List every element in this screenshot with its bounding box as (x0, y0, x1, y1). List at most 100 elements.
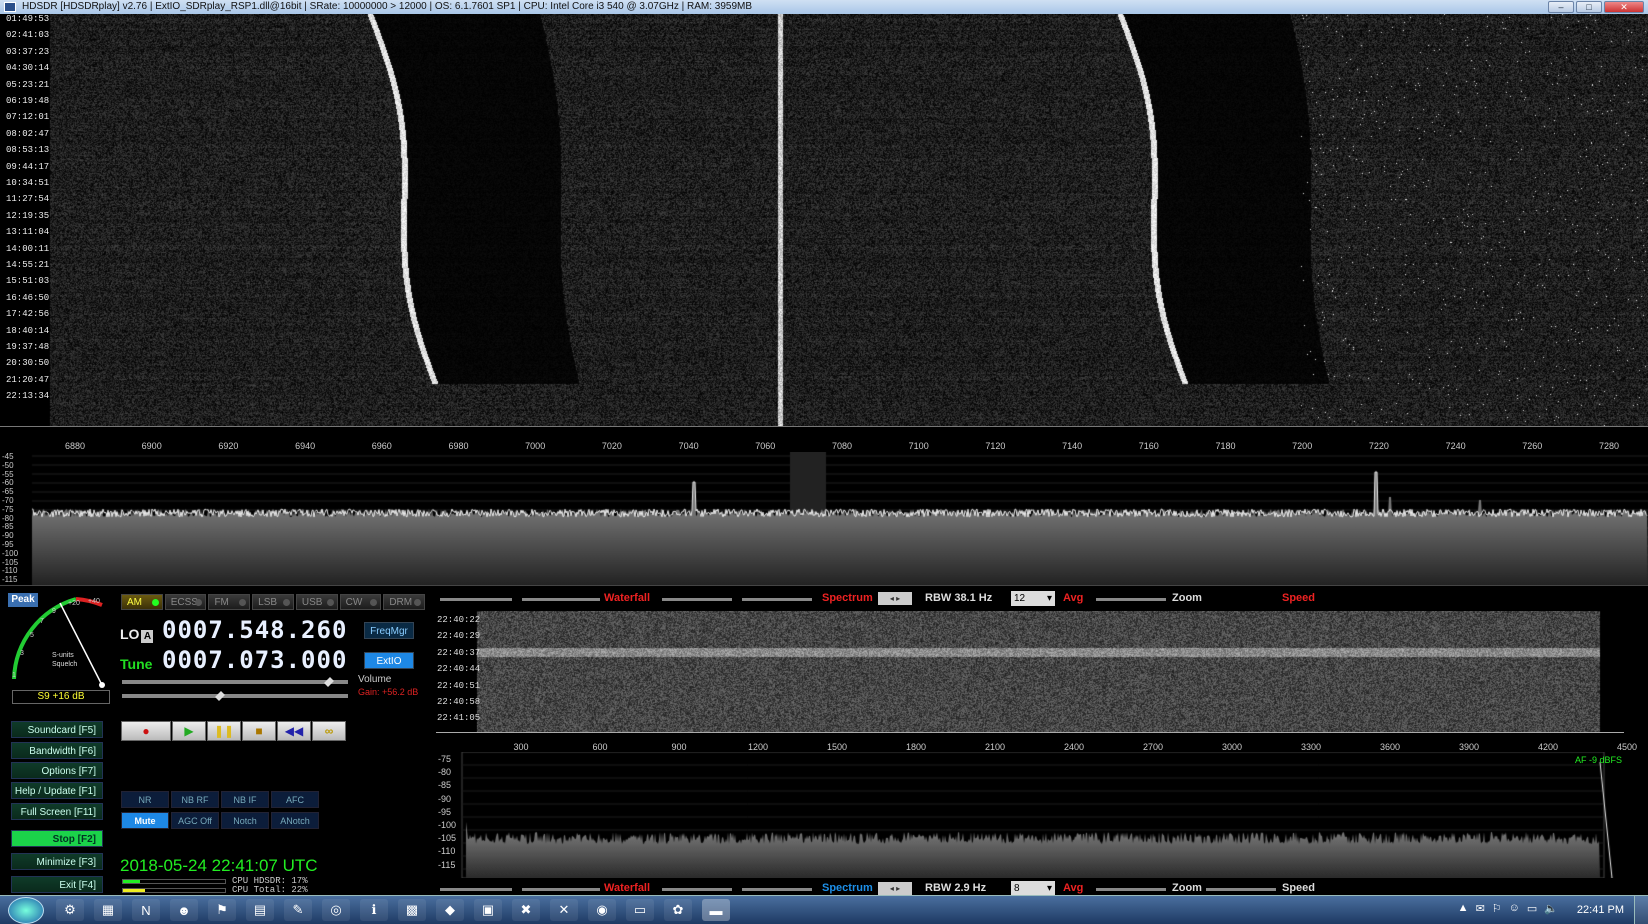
volume-slider[interactable] (122, 691, 348, 701)
audio-timestamp: 22:40:29 (437, 631, 481, 642)
taskbar-app-icon[interactable]: ℹ (360, 899, 388, 921)
zoom-slider[interactable] (1096, 598, 1166, 601)
play-button[interactable]: ▶ (172, 721, 206, 741)
soundcard-button[interactable]: Soundcard [F5] (11, 721, 103, 738)
audio-waterfall[interactable] (436, 611, 1624, 732)
taskbar-app-icon[interactable]: ◆ (436, 899, 464, 921)
taskbar-app-icon[interactable]: N (132, 899, 160, 921)
taskbar-app-icon[interactable]: ▬ (702, 899, 730, 921)
tray-icon[interactable]: ✉ (1476, 902, 1485, 915)
mode-fm[interactable]: FM (208, 594, 251, 610)
full-screen-button[interactable]: Full Screen [F11] (11, 803, 103, 820)
tray-icon[interactable]: ⚐ (1492, 902, 1502, 915)
taskbar-app-icon[interactable]: ✿ (664, 899, 692, 921)
tray-icon[interactable]: ▭ (1527, 902, 1537, 915)
freqmgr-button[interactable]: FreqMgr (364, 622, 414, 639)
spectrum-arrows-button[interactable]: ◂ ▸ (878, 592, 912, 605)
frequency-tick-label: 7220 (1368, 441, 1389, 451)
mode-led-icon (370, 599, 378, 606)
minimize-button[interactable]: – (1548, 1, 1574, 13)
afc-button[interactable]: AFC (271, 791, 319, 808)
frequency-tick-label: 7280 (1598, 441, 1620, 451)
rf-spectrum[interactable] (0, 452, 1648, 585)
tune-label: Tune (120, 656, 153, 672)
help-update-button[interactable]: Help / Update [F1] (11, 782, 103, 799)
taskbar-app-icon[interactable]: ✎ (284, 899, 312, 921)
af-speed-slider[interactable] (1206, 888, 1276, 891)
mute-button[interactable]: Mute (121, 812, 169, 829)
taskbar-app-icon[interactable]: ◎ (322, 899, 350, 921)
rewind-button[interactable]: ◀◀ (277, 721, 311, 741)
taskbar-app-icon[interactable]: ☻ (170, 899, 198, 921)
spectrum-brightness-slider[interactable] (742, 598, 812, 601)
taskbar-app-icon[interactable]: ▤ (246, 899, 274, 921)
nb-rf-button[interactable]: NB RF (171, 791, 219, 808)
audio-spectrum[interactable] (436, 752, 1624, 878)
close-button[interactable]: ✕ (1604, 1, 1644, 13)
tray-icon[interactable]: ☺ (1509, 902, 1520, 915)
taskbar-app-icon[interactable]: ▭ (626, 899, 654, 921)
anotch-button[interactable]: ANotch (271, 812, 319, 829)
start-button[interactable] (8, 897, 44, 924)
mode-cw[interactable]: CW (339, 594, 382, 610)
af-spectrum-brightness-slider[interactable] (742, 888, 812, 891)
bandwidth-button[interactable]: Bandwidth [F6] (11, 742, 103, 759)
af-spectrum-contrast-slider[interactable] (662, 888, 732, 891)
taskbar-clock[interactable]: 22:41 PM (1577, 904, 1624, 916)
loop-button[interactable]: ∞ (312, 721, 346, 741)
frequency-tick-label: 7120 (985, 441, 1006, 451)
mode-ecss[interactable]: ECSS (164, 594, 207, 610)
peak-button[interactable]: Peak (8, 593, 38, 607)
taskbar-app-icon[interactable]: ▣ (474, 899, 502, 921)
tray-icon[interactable]: 🔈 (1544, 902, 1558, 915)
lo-frequency[interactable]: 0007.548.260 (162, 616, 347, 644)
audio-frequency-tick: 900 (671, 742, 687, 752)
audio-frequency-axis[interactable]: 300 600 900 1200 1500 1800 2100 2400 2700 3000 330… (436, 732, 1637, 752)
stop-button[interactable]: Stop [F2] (11, 830, 103, 847)
maximize-button[interactable]: □ (1576, 1, 1602, 13)
af-avg-label: Avg (1063, 882, 1084, 894)
nr-button[interactable]: NR (121, 791, 169, 808)
pause-button[interactable]: ❚❚ (207, 721, 241, 741)
avg-label: Avg (1063, 592, 1084, 604)
taskbar-app-icon[interactable]: ◉ (588, 899, 616, 921)
record-button[interactable]: ● (121, 721, 171, 741)
main-waterfall[interactable] (0, 14, 1648, 426)
taskbar-app-icon[interactable]: ▦ (94, 899, 122, 921)
notch-button[interactable]: Notch (221, 812, 269, 829)
waterfall-contrast-slider[interactable] (440, 598, 512, 601)
taskbar-app-icon[interactable]: ✖ (512, 899, 540, 921)
tune-frequency[interactable]: 0007.073.000 (162, 646, 347, 674)
lo-a-badge[interactable]: A (141, 630, 154, 643)
taskbar-app-icon[interactable]: ▩ (398, 899, 426, 921)
record-icon: ● (142, 724, 150, 738)
af-waterfall-contrast-slider[interactable] (440, 888, 512, 891)
minimize-app-button[interactable]: Minimize [F3] (11, 853, 103, 870)
mode-usb[interactable]: USB (295, 594, 338, 610)
frequency-axis[interactable]: 6880 6900 6920 6940 6960 6980 7000 7020 7040 7060… (0, 426, 1648, 452)
mode-lsb[interactable]: LSB (252, 594, 294, 610)
af-zoom-slider[interactable] (1096, 888, 1166, 891)
taskbar-app-icon[interactable]: ⚙ (56, 899, 84, 921)
mode-drm[interactable]: DRM (383, 594, 426, 610)
show-desktop-button[interactable] (1634, 896, 1648, 924)
af-spectrum-arrows-button[interactable]: ◂ ▸ (878, 882, 912, 895)
options-button[interactable]: Options [F7] (11, 762, 103, 779)
taskbar-app-icon[interactable]: ⚑ (208, 899, 236, 921)
waterfall-timestamp: 10:34:51 (6, 178, 50, 188)
waterfall-brightness-slider[interactable] (522, 598, 600, 601)
top-slider[interactable] (122, 677, 348, 687)
af-waterfall-brightness-slider[interactable] (522, 888, 600, 891)
extio-button[interactable]: ExtIO (364, 652, 414, 669)
af-avg-select[interactable]: 8 (1011, 881, 1055, 896)
stop-playback-button[interactable]: ■ (242, 721, 276, 741)
agc-off-button[interactable]: AGC Off (171, 812, 219, 829)
avg-select[interactable]: 12 (1011, 591, 1055, 606)
spectrum-contrast-slider[interactable] (662, 598, 732, 601)
frequency-tick-label: 7180 (1215, 441, 1236, 451)
tray-icon[interactable]: ▲ (1458, 902, 1469, 915)
exit-button[interactable]: Exit [F4] (11, 876, 103, 893)
mode-am[interactable]: AM (121, 594, 163, 610)
nb-if-button[interactable]: NB IF (221, 791, 269, 808)
taskbar-app-icon[interactable]: ✕ (550, 899, 578, 921)
